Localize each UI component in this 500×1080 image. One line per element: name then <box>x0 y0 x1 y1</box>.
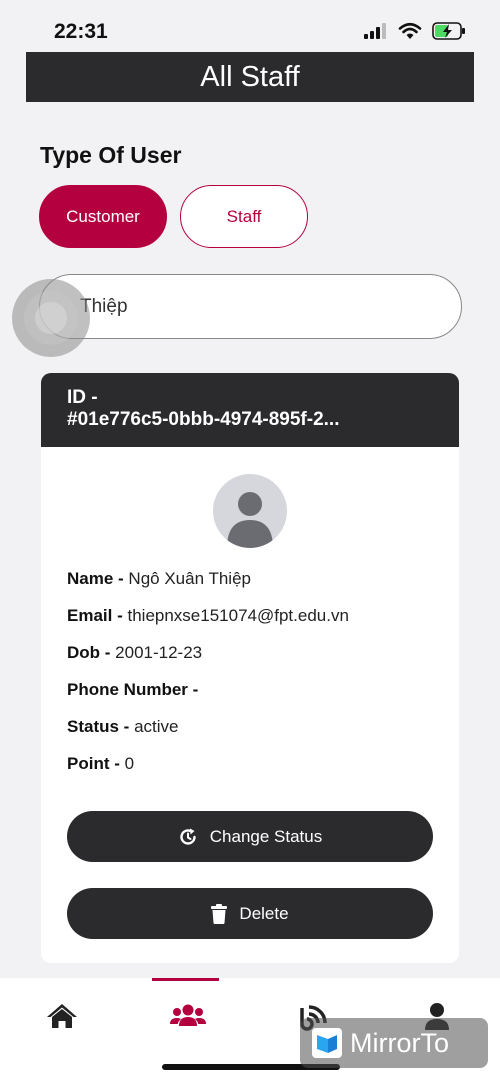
user-name-value: Ngô Xuân Thiệp <box>128 569 251 588</box>
refresh-icon <box>180 828 196 845</box>
user-name-row: Name - Ngô Xuân Thiệp <box>67 569 251 589</box>
trash-icon <box>211 903 228 924</box>
user-id-value: #01e776c5-0bbb-4974-895f-2... <box>67 409 340 430</box>
user-point-value: 0 <box>124 754 135 773</box>
watermark-text: MirrorTo <box>350 1027 449 1058</box>
touch-indicator <box>12 279 90 357</box>
user-email-value: thiepnxse151074@fpt.edu.vn <box>127 606 349 625</box>
change-status-button[interactable]: Change Status <box>67 811 433 862</box>
watermark: MirrorTo <box>300 1018 488 1068</box>
user-email-row: Email - thiepnxse151074@fpt.edu.vn <box>67 606 349 626</box>
default-avatar-icon <box>227 492 273 548</box>
tab-staff[interactable] <box>170 1002 206 1032</box>
user-name-label: Name - <box>67 569 124 588</box>
delete-button[interactable]: Delete <box>67 888 433 939</box>
battery-charging-icon <box>432 22 465 40</box>
user-status-label: Status - <box>67 717 130 736</box>
user-dob-row: Dob - 2001-12-23 <box>67 643 202 663</box>
tab-home[interactable] <box>46 1002 80 1032</box>
user-point-label: Point - <box>67 754 120 773</box>
staff-filter-button[interactable]: Staff <box>180 185 308 248</box>
mirrorto-logo-icon <box>312 1028 342 1058</box>
users-icon <box>170 1004 206 1026</box>
search-input[interactable]: Thiệp <box>39 274 462 339</box>
page-header: All Staff <box>26 52 474 102</box>
cellular-signal-icon <box>364 23 386 39</box>
user-id-label: ID - <box>67 387 98 408</box>
wifi-icon <box>398 22 422 39</box>
user-dob-value: 2001-12-23 <box>115 643 203 662</box>
delete-label: Delete <box>239 903 289 923</box>
avatar <box>213 474 287 548</box>
user-card: ID - #01e776c5-0bbb-4974-895f-2... Name … <box>41 373 459 963</box>
user-card-header: ID - #01e776c5-0bbb-4974-895f-2... <box>41 373 459 447</box>
status-time: 22:31 <box>54 20 108 43</box>
page-title: All Staff <box>200 60 300 93</box>
active-tab-indicator <box>152 978 219 981</box>
status-bar: 22:31 <box>0 0 500 52</box>
change-status-label: Change Status <box>209 826 323 846</box>
user-type-label: Type Of User <box>40 142 182 168</box>
user-phone-row: Phone Number - <box>67 680 198 700</box>
user-dob-label: Dob - <box>67 643 111 662</box>
user-point-row: Point - 0 <box>67 754 134 774</box>
user-status-value: active <box>134 717 179 736</box>
user-status-row: Status - active <box>67 717 179 737</box>
home-icon <box>47 1004 77 1028</box>
customer-filter-button[interactable]: Customer <box>39 185 167 248</box>
user-phone-label: Phone Number - <box>67 680 199 699</box>
user-email-label: Email - <box>67 606 123 625</box>
